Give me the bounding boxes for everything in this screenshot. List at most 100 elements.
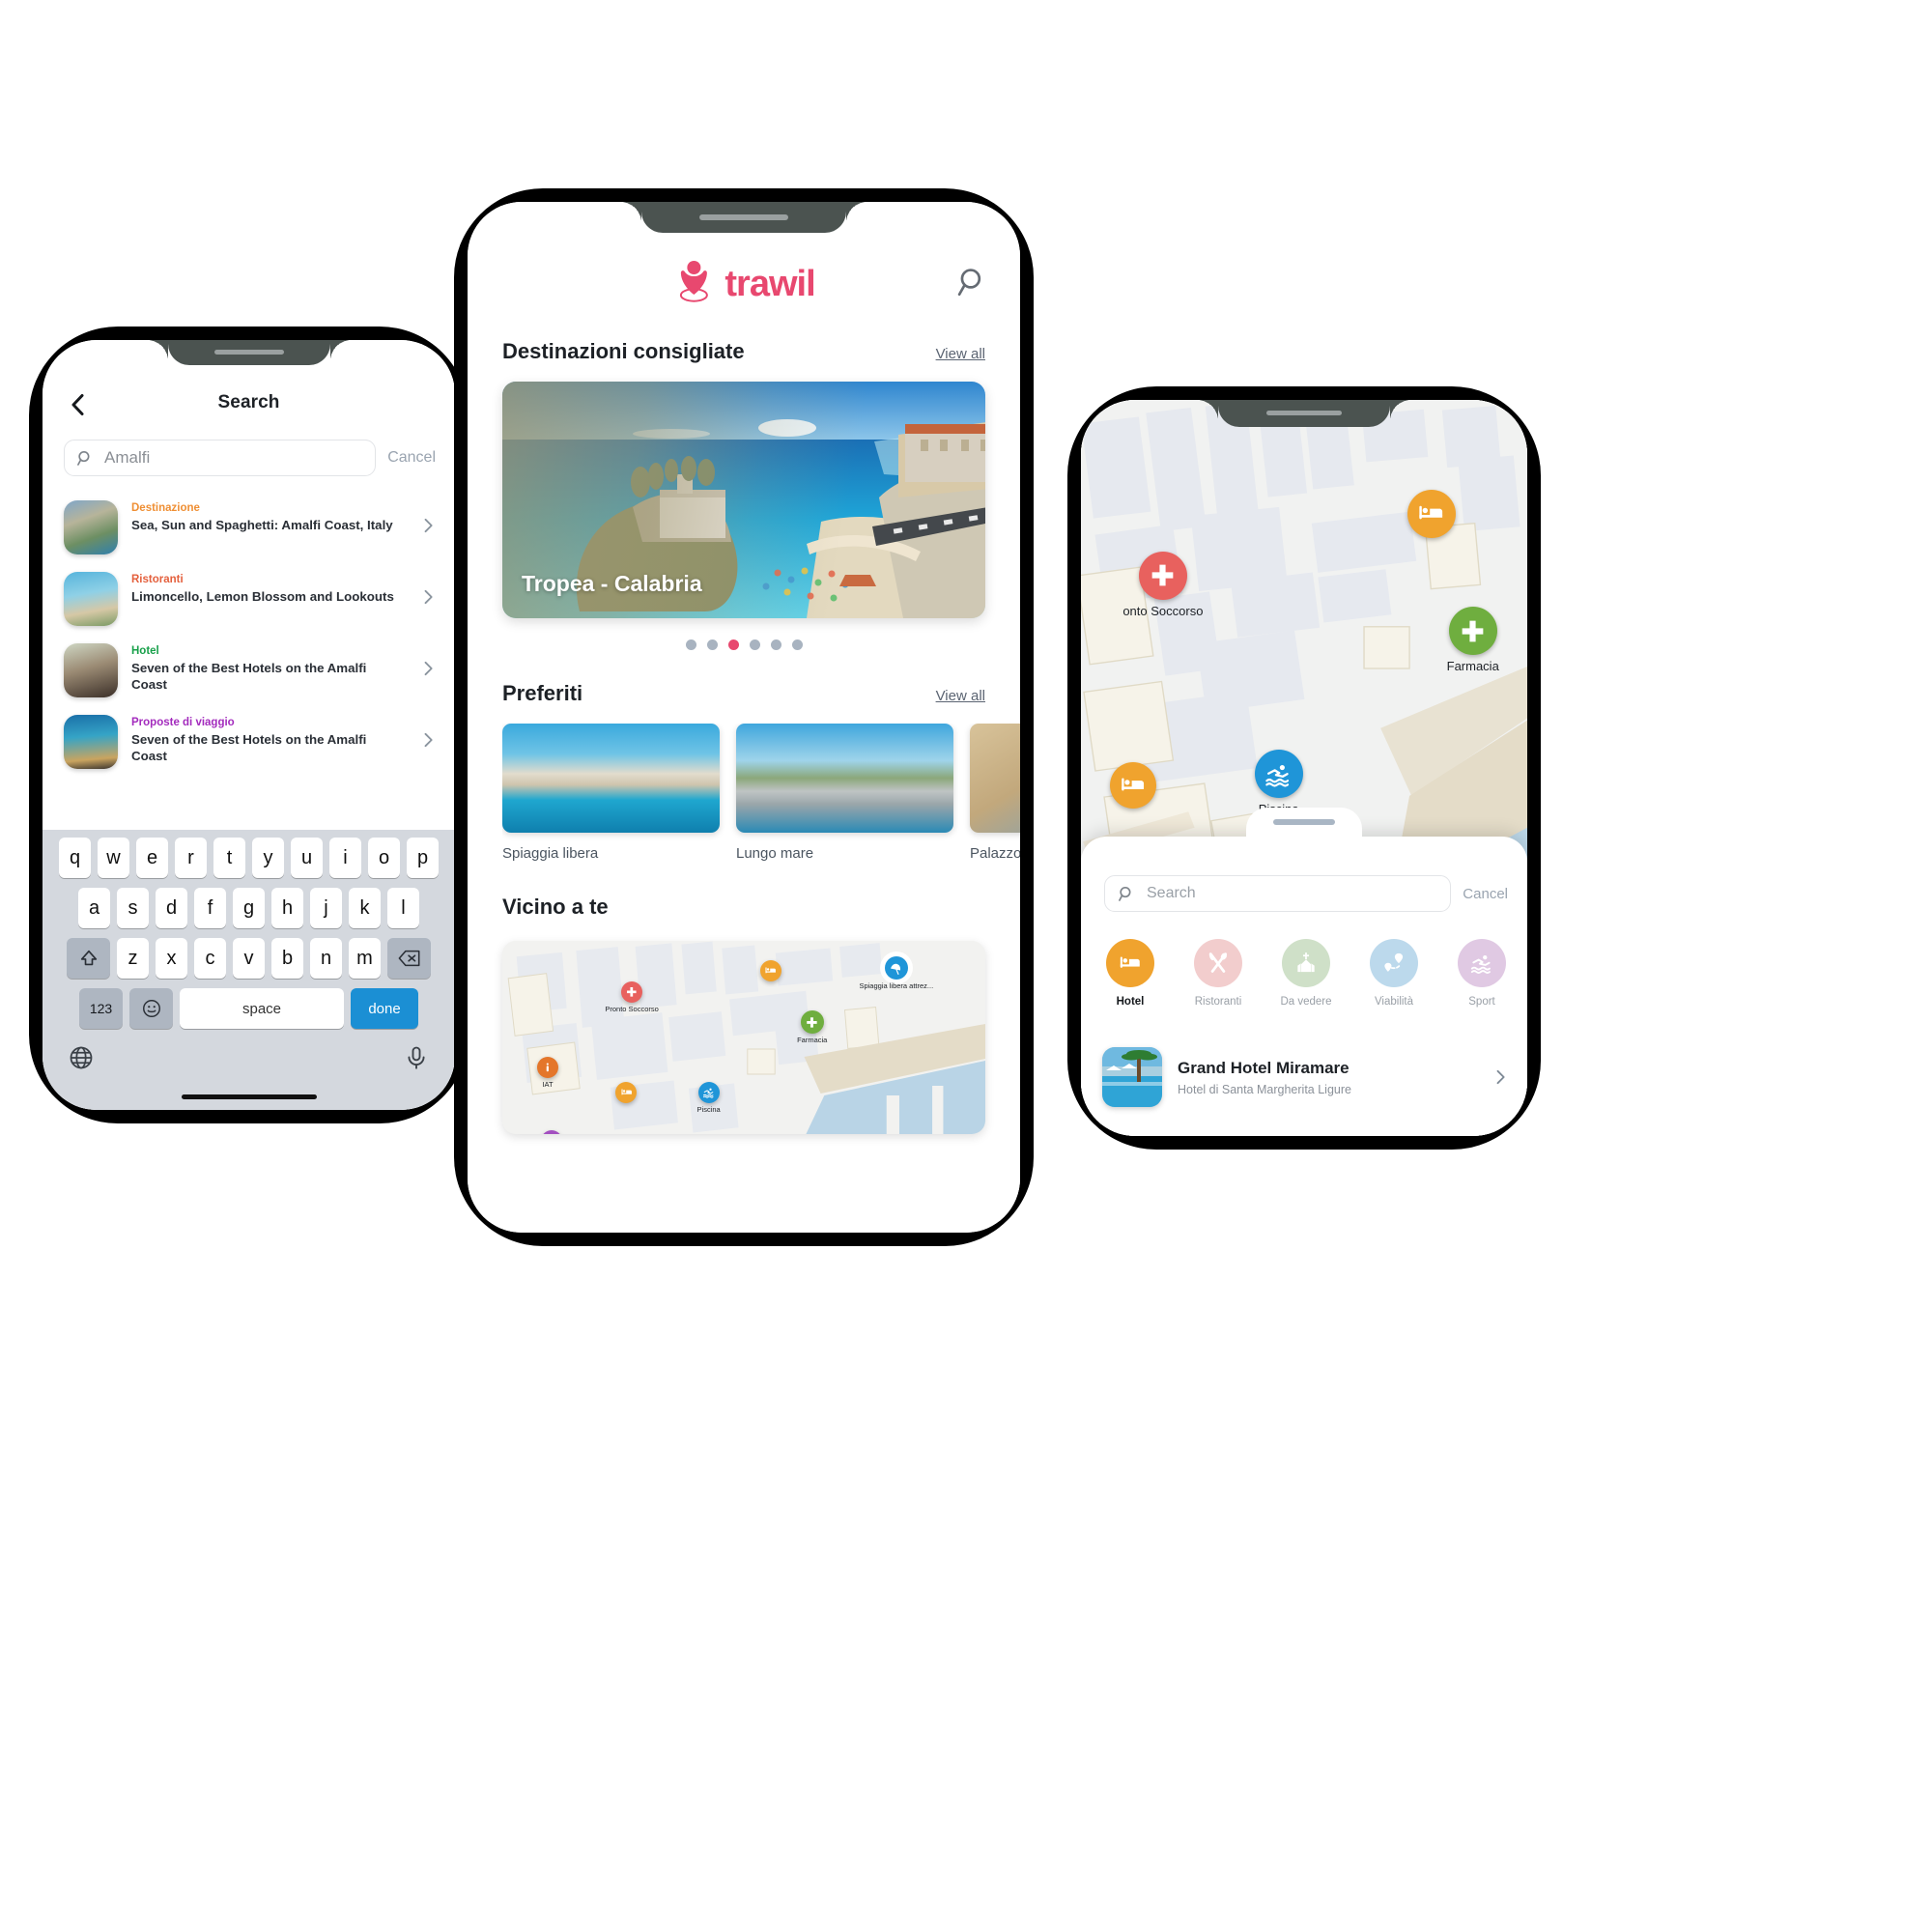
backspace-icon[interactable]: [387, 938, 431, 979]
globe-icon[interactable]: [68, 1044, 95, 1071]
key-q[interactable]: q: [59, 838, 91, 878]
map-pin[interactable]: [1109, 761, 1156, 809]
search-result-row[interactable]: Hotel Seven of the Best Hotels on the Am…: [64, 636, 441, 707]
search-input[interactable]: Search: [1104, 875, 1452, 912]
key-a[interactable]: a: [78, 888, 110, 928]
done-key[interactable]: done: [351, 988, 418, 1029]
key-c[interactable]: c: [194, 938, 226, 979]
favourite-label: Lungo mare: [736, 845, 814, 862]
key-b[interactable]: b: [271, 938, 303, 979]
key-u[interactable]: u: [291, 838, 323, 878]
notch: [167, 340, 330, 365]
result-subtitle: Hotel di Santa Margherita Ligure: [1178, 1082, 1351, 1096]
key-p[interactable]: p: [407, 838, 439, 878]
category-viabilit-[interactable]: Viabilità: [1362, 939, 1426, 1008]
key-v[interactable]: v: [233, 938, 265, 979]
hero-caption: Tropea - Calabria: [522, 571, 702, 596]
map-pin-label: Pronto Soccorso: [605, 1005, 659, 1013]
bed-icon: [1106, 939, 1154, 987]
category-ristoranti[interactable]: Ristoranti: [1186, 939, 1250, 1008]
key-h[interactable]: h: [271, 888, 303, 928]
carousel-dot[interactable]: [685, 639, 696, 650]
notch: [1218, 400, 1390, 427]
key-e[interactable]: e: [136, 838, 168, 878]
key-d[interactable]: d: [156, 888, 187, 928]
carousel-dot[interactable]: [749, 639, 760, 650]
hero-destination-card[interactable]: Tropea - Calabria: [502, 382, 985, 618]
result-title: Sea, Sun and Spaghetti: Amalfi Coast, It…: [131, 518, 393, 532]
smiley-icon[interactable]: [129, 988, 173, 1029]
map-pin[interactable]: Piscina: [697, 1082, 721, 1114]
map-pin[interactable]: [615, 1082, 638, 1103]
map-pin[interactable]: [540, 1130, 562, 1134]
map-pin[interactable]: [1406, 489, 1456, 538]
key-x[interactable]: x: [156, 938, 187, 979]
key-o[interactable]: o: [368, 838, 400, 878]
bottom-sheet: Search Cancel Hotel Ristoranti Da vedere…: [1081, 808, 1527, 1136]
key-r[interactable]: r: [175, 838, 207, 878]
carousel-dot[interactable]: [791, 639, 803, 650]
category-hotel[interactable]: Hotel: [1098, 939, 1162, 1008]
map-pin[interactable]: [760, 960, 782, 981]
search-result-row[interactable]: Proposte di viaggio Seven of the Best Ho…: [64, 707, 441, 779]
key-k[interactable]: k: [349, 888, 381, 928]
result-row-grand-hotel[interactable]: Grand Hotel Miramare Hotel di Santa Marg…: [1102, 1047, 1510, 1107]
phone-screen: Search Amalfi Cancel Destinazione Sea, S…: [43, 340, 455, 1110]
nearby-map[interactable]: Pronto Soccorso Spiaggia libera attrez..…: [502, 941, 985, 1134]
map-pin[interactable]: Farmacia: [1447, 607, 1499, 673]
map-pin-label: IAT: [542, 1080, 554, 1089]
home-scroll-area[interactable]: Destinazioni consigliate View all Tropea…: [468, 339, 1020, 1233]
search-icon[interactable]: [956, 266, 989, 298]
map-pin-label: Spiaggia libera attrez...: [859, 981, 934, 990]
keyboard-row-4: 123 space done: [43, 988, 455, 1029]
key-g[interactable]: g: [233, 888, 265, 928]
map-pin[interactable]: Farmacia: [797, 1010, 827, 1044]
category-sport[interactable]: Sport: [1450, 939, 1514, 1008]
category-da-vedere[interactable]: Da vedere: [1274, 939, 1338, 1008]
key-t[interactable]: t: [213, 838, 245, 878]
favourite-card[interactable]: Palazzo D...: [970, 724, 1020, 862]
search-result-row[interactable]: Ristoranti Limoncello, Lemon Blossom and…: [64, 564, 441, 636]
search-row: Amalfi Cancel: [64, 439, 440, 477]
key-j[interactable]: j: [310, 888, 342, 928]
map-pin[interactable]: Spiaggia libera attrez...: [859, 956, 933, 990]
map-pin[interactable]: onto Soccorso: [1122, 551, 1203, 618]
map-pin[interactable]: Piscina: [1254, 750, 1303, 816]
microphone-icon[interactable]: [403, 1044, 430, 1071]
carousel-dot[interactable]: [706, 639, 718, 650]
map-background: [502, 941, 985, 1134]
key-m[interactable]: m: [349, 938, 381, 979]
key-f[interactable]: f: [194, 888, 226, 928]
shift-arrow-icon[interactable]: [67, 938, 110, 979]
carousel-dot[interactable]: [770, 639, 781, 650]
key-z[interactable]: z: [117, 938, 149, 979]
cancel-button[interactable]: Cancel: [1463, 886, 1508, 902]
favourites-carousel[interactable]: Spiaggia libera Lungo mare Palazzo D...: [502, 724, 1020, 862]
map-pin[interactable]: Pronto Soccorso: [605, 981, 659, 1013]
sheet-drag-handle[interactable]: [1273, 819, 1335, 825]
key-i[interactable]: i: [329, 838, 361, 878]
bed-icon: [760, 960, 782, 981]
numbers-key[interactable]: 123: [79, 988, 123, 1029]
carousel-dot[interactable]: [727, 639, 739, 650]
result-thumbnail: [64, 572, 118, 626]
key-w[interactable]: w: [98, 838, 129, 878]
category-label: Viabilità: [1374, 996, 1414, 1008]
category-label: Da vedere: [1280, 996, 1332, 1008]
view-all-favourites-link[interactable]: View all: [936, 688, 985, 704]
route-icon: [1370, 939, 1418, 987]
key-s[interactable]: s: [117, 888, 149, 928]
cancel-button[interactable]: Cancel: [387, 449, 440, 467]
map-pin-label: onto Soccorso: [1122, 603, 1204, 618]
view-all-destinations-link[interactable]: View all: [936, 346, 985, 362]
favourite-card[interactable]: Spiaggia libera: [502, 724, 720, 862]
key-y[interactable]: y: [252, 838, 284, 878]
key-n[interactable]: n: [310, 938, 342, 979]
favourite-image: [502, 724, 720, 833]
search-input[interactable]: Amalfi: [64, 440, 377, 476]
map-pin[interactable]: IAT: [536, 1057, 558, 1089]
search-result-row[interactable]: Destinazione Sea, Sun and Spaghetti: Ama…: [64, 493, 441, 564]
key-l[interactable]: l: [387, 888, 419, 928]
favourite-card[interactable]: Lungo mare: [736, 724, 953, 862]
space-key[interactable]: space: [180, 988, 344, 1029]
